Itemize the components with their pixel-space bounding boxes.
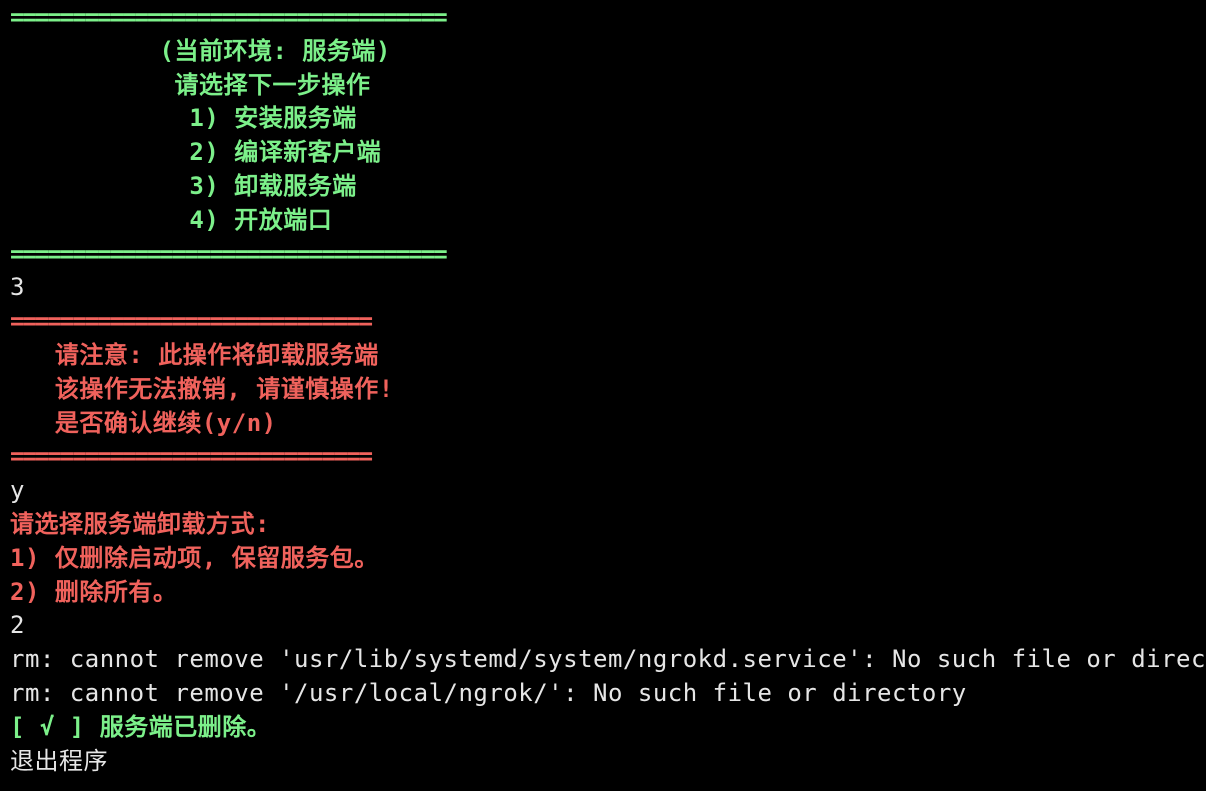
user-input-line: 2	[10, 611, 25, 640]
uninstall-option: 2) 删除所有。	[10, 577, 178, 606]
user-input-line: 3	[10, 273, 25, 302]
warning-separator-bottom: =============================	[10, 442, 373, 471]
warning-separator-top: =============================	[10, 307, 373, 336]
success-message: [ √ ] 服务端已删除。	[10, 712, 272, 741]
exit-message: 退出程序	[10, 746, 108, 775]
confirm-prompt: 是否确认继续(y/n)	[10, 408, 277, 437]
warning-line: 请注意: 此操作将卸载服务端	[10, 340, 379, 369]
menu-option-uninstall: 3) 卸载服务端	[10, 171, 357, 200]
menu-option-install: 1) 安装服务端	[10, 104, 357, 133]
menu-option-open-port: 4) 开放端口	[10, 205, 333, 234]
environment-header: (当前环境: 服务端)	[10, 36, 391, 65]
menu-separator-bottom: ===================================	[10, 239, 448, 268]
error-output-line: rm: cannot remove '/usr/local/ngrok/': N…	[10, 678, 967, 707]
terminal-window[interactable]: =================================== (当前环…	[0, 1, 1206, 791]
user-input-line: y	[10, 476, 25, 505]
menu-option-compile-client: 2) 编译新客户端	[10, 138, 382, 167]
warning-line: 该操作无法撤销, 请谨慎操作!	[10, 374, 394, 403]
menu-separator-top: ===================================	[10, 3, 448, 31]
menu-prompt: 请选择下一步操作	[10, 70, 371, 99]
uninstall-option: 1) 仅删除启动项, 保留服务包。	[10, 543, 379, 572]
error-output-line: rm: cannot remove 'usr/lib/systemd/syste…	[10, 645, 1206, 674]
uninstall-mode-prompt: 请选择服务端卸载方式:	[10, 509, 270, 538]
